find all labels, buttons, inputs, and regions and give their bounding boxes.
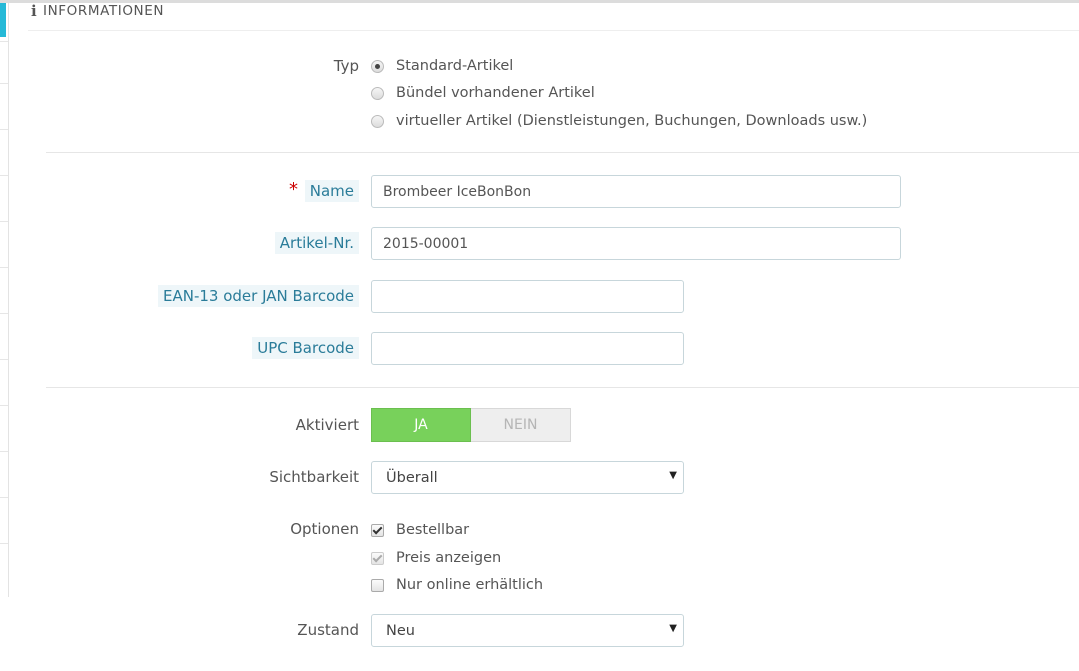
info-icon: i xyxy=(31,2,37,20)
radio-label: Standard-Artikel xyxy=(396,58,514,74)
upc-label[interactable]: UPC Barcode xyxy=(252,337,359,359)
checkbox[interactable] xyxy=(371,578,384,592)
radio-label: virtueller Artikel (Dienstleistungen, Bu… xyxy=(396,113,868,129)
name-label[interactable]: Name xyxy=(304,180,359,202)
upc-input[interactable] xyxy=(371,332,684,365)
condition-select[interactable]: Neu ▼ xyxy=(371,614,684,647)
radio-button[interactable] xyxy=(371,86,384,100)
checkbox-label: Preis anzeigen xyxy=(396,550,502,566)
radio-bundle-product[interactable]: Bündel vorhandener Artikel xyxy=(371,83,595,103)
radio-standard-product[interactable]: Standard-Artikel xyxy=(371,56,513,76)
condition-value: Neu xyxy=(386,622,415,639)
reference-input[interactable]: 2015-00001 xyxy=(371,227,901,260)
radio-label: Bündel vorhandener Artikel xyxy=(396,85,595,101)
dropdown-arrow-icon: ▼ xyxy=(669,623,677,634)
ean13-input[interactable] xyxy=(371,280,684,313)
option-show-price[interactable]: Preis anzeigen xyxy=(371,548,501,568)
radio-button[interactable] xyxy=(371,114,384,128)
name-input[interactable]: Brombeer IceBonBon xyxy=(371,175,901,208)
options-label: Optionen xyxy=(290,520,359,538)
checkbox[interactable] xyxy=(371,523,384,537)
type-label: Typ xyxy=(333,57,359,75)
required-marker: * xyxy=(289,179,298,200)
visibility-value: Überall xyxy=(386,469,438,486)
left-sidebar-strip xyxy=(0,3,9,597)
active-label: Aktiviert xyxy=(295,416,359,434)
dropdown-arrow-icon: ▼ xyxy=(669,470,677,481)
panel-heading: i INFORMATIONEN xyxy=(28,0,1079,31)
panel-title: INFORMATIONEN xyxy=(43,3,165,19)
option-available-for-order[interactable]: Bestellbar xyxy=(371,520,469,540)
radio-button[interactable] xyxy=(371,59,384,73)
checkbox-label: Bestellbar xyxy=(396,522,470,538)
option-online-only[interactable]: Nur online erhältlich xyxy=(371,575,543,595)
condition-label: Zustand xyxy=(297,621,359,639)
active-no-option[interactable]: NEIN xyxy=(471,408,571,442)
active-yes-option[interactable]: JA xyxy=(371,408,471,442)
visibility-select[interactable]: Überall ▼ xyxy=(371,461,684,494)
visibility-label: Sichtbarkeit xyxy=(269,468,359,486)
divider xyxy=(46,387,1079,388)
reference-label[interactable]: Artikel-Nr. xyxy=(274,232,359,254)
radio-virtual-product[interactable]: virtueller Artikel (Dienstleistungen, Bu… xyxy=(371,111,867,131)
divider xyxy=(46,152,1079,153)
checkbox-label: Nur online erhältlich xyxy=(396,577,544,593)
active-switch[interactable]: JA NEIN xyxy=(371,408,571,442)
active-tab-indicator xyxy=(0,3,6,37)
checkbox[interactable] xyxy=(371,551,384,565)
ean13-label[interactable]: EAN-13 oder JAN Barcode xyxy=(158,285,359,307)
